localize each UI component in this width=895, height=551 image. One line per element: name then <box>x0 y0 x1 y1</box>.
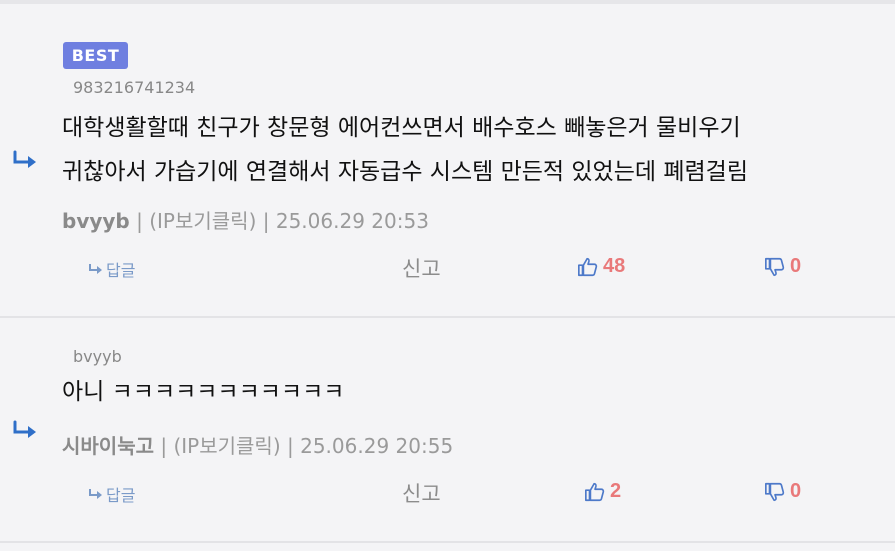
comment-body-line: 귀찮아서 가습기에 연결해서 자동급수 시스템 만든적 있었는데 폐렴걸림 <box>62 159 748 185</box>
thumbs-down-icon <box>765 257 785 276</box>
top-divider <box>0 0 895 4</box>
thumbs-down-icon <box>765 482 785 501</box>
dislike-button[interactable]: 0 <box>764 480 801 503</box>
thumbs-up-icon <box>578 257 598 276</box>
reply-to-tag: bvyyb <box>73 347 122 366</box>
reply-button[interactable]: 답글 <box>88 257 135 281</box>
like-count: 2 <box>610 480 622 502</box>
comment-meta: bvyyb | (IP보기클릭) | 25.06.29 20:53 <box>62 209 429 233</box>
reply-button[interactable]: 답글 <box>88 482 135 506</box>
reply-small-icon <box>89 489 102 499</box>
comment-tag: 983216741234 <box>73 78 196 97</box>
dislike-count: 0 <box>790 480 802 502</box>
comment-meta: 시바이눅고 | (IP보기클릭) | 25.06.29 20:55 <box>62 434 454 458</box>
reply-small-icon <box>89 264 102 274</box>
comment-divider <box>0 316 895 318</box>
comment-actions: 답글 신고 48 0 <box>0 253 895 283</box>
comment-divider <box>0 541 895 543</box>
like-button[interactable]: 48 <box>577 255 625 278</box>
like-count: 48 <box>603 255 626 277</box>
author-name[interactable]: bvyyb <box>62 209 130 233</box>
report-button[interactable]: 신고 <box>402 253 441 283</box>
thumbs-up-icon <box>585 482 605 501</box>
timestamp: 25.06.29 20:55 <box>300 434 454 458</box>
report-button[interactable]: 신고 <box>402 478 441 508</box>
like-button[interactable]: 2 <box>584 480 621 503</box>
reply-arrow-icon <box>13 420 36 438</box>
dislike-count: 0 <box>790 255 802 277</box>
comment-body-line: 아니 ㅋㅋㅋㅋㅋㅋㅋㅋㅋㅋㅋ <box>62 379 345 405</box>
reply-arrow-icon <box>13 150 36 168</box>
comment-body-line: 대학생활할때 친구가 창문형 에어컨쓰면서 배수호스 빼놓은거 물비우기 <box>62 115 741 141</box>
dislike-button[interactable]: 0 <box>764 255 801 278</box>
author-name[interactable]: 시바이눅고 <box>62 434 154 458</box>
reply-label: 답글 <box>106 261 136 280</box>
best-badge: BEST <box>63 42 128 69</box>
comment-actions: 답글 신고 2 0 <box>0 478 895 508</box>
ip-link[interactable]: (IP보기클릭) <box>173 434 280 458</box>
timestamp: 25.06.29 20:53 <box>275 209 429 233</box>
ip-link[interactable]: (IP보기클릭) <box>149 209 256 233</box>
reply-label: 답글 <box>106 486 136 505</box>
